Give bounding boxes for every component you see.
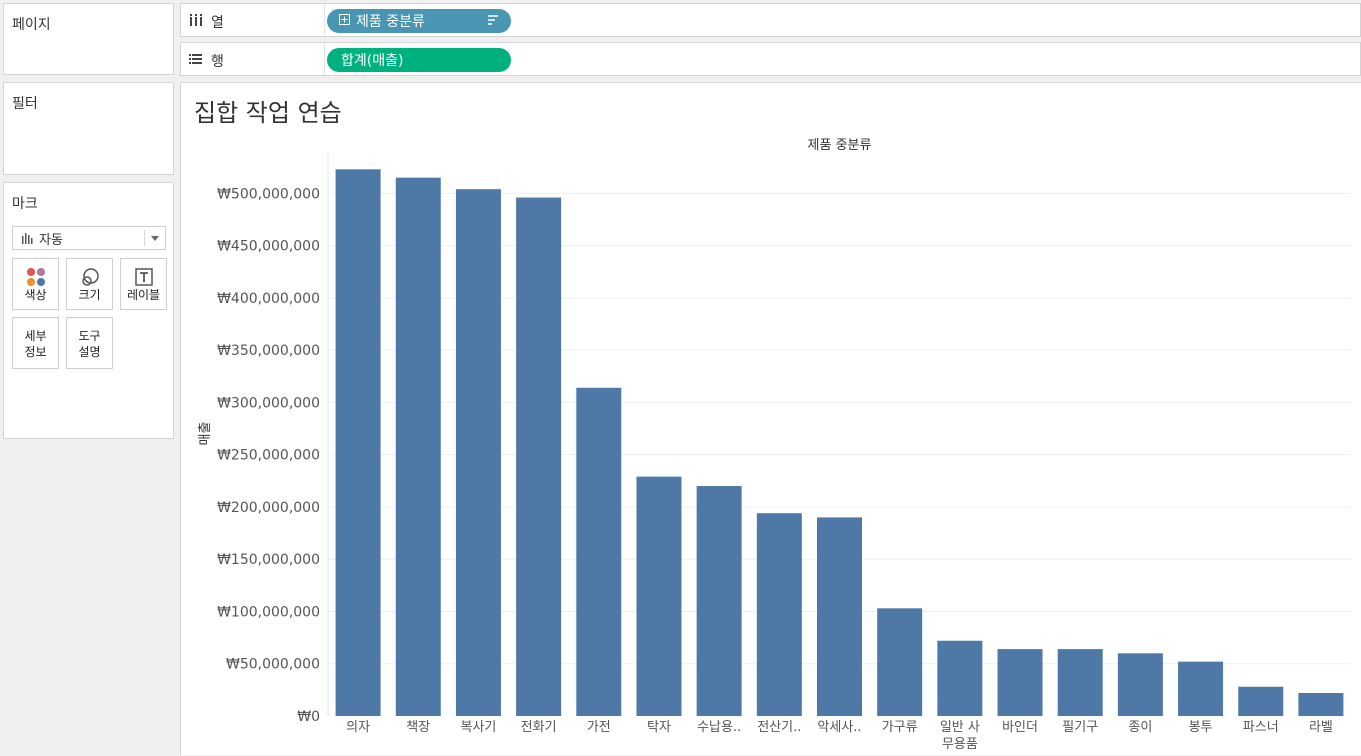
shelf-divider — [324, 4, 325, 36]
x-tick-label: 수납용.. — [697, 720, 741, 735]
shelf-divider — [324, 43, 325, 75]
color-button-label: 색상 — [24, 288, 47, 302]
x-tick-label: 라벨 — [1309, 720, 1333, 735]
y-tick-label: ₩100,000,000 — [217, 604, 320, 620]
label-button-label: 레이블 — [126, 288, 161, 302]
x-tick-label: 악세사.. — [817, 720, 861, 735]
y-tick-label: ₩200,000,000 — [217, 500, 320, 516]
marks-title: 마크 — [12, 196, 38, 212]
bar — [756, 513, 802, 716]
x-tick-label: 봉투 — [1189, 720, 1213, 735]
y-tick-label: ₩300,000,000 — [217, 395, 320, 411]
rows-label: 행 — [211, 54, 224, 70]
plus-box-icon — [339, 13, 350, 29]
detail-button[interactable]: 세부 정보 — [12, 317, 59, 369]
bar — [636, 476, 682, 716]
detail-button-label-1: 세부 — [24, 329, 47, 343]
columns-shelf[interactable]: 열 제품 중분류 — [180, 3, 1361, 37]
size-button[interactable]: 크기 — [66, 258, 113, 310]
columns-pill-label: 제품 중분류 — [356, 14, 425, 30]
bar — [1238, 686, 1284, 716]
size-button-label: 크기 — [78, 288, 101, 302]
x-tick-label: 바인더 — [1002, 720, 1038, 735]
bar — [696, 486, 742, 716]
bar — [877, 608, 923, 716]
rows-pill[interactable]: 합계(매출) — [327, 48, 511, 72]
x-tick-label: 일반 사 — [940, 720, 980, 735]
tooltip-button-label-1: 도구 — [78, 329, 101, 343]
marks-card: 마크 자동 색상 크기 레이블 세부 정보 도구 설명 — [3, 182, 174, 439]
y-tick-label: ₩400,000,000 — [217, 291, 320, 307]
rows-pill-label: 합계(매출) — [341, 53, 404, 69]
x-tick-label: 필기구 — [1062, 720, 1098, 735]
bar — [1117, 653, 1163, 716]
columns-pill[interactable]: 제품 중분류 — [327, 9, 511, 33]
color-button[interactable]: 색상 — [12, 258, 59, 310]
y-tick-label: ₩450,000,000 — [217, 239, 320, 255]
columns-label: 열 — [211, 15, 224, 31]
bar — [937, 640, 983, 716]
chevron-down-icon — [151, 236, 159, 241]
bar — [516, 197, 562, 716]
y-tick-label: ₩250,000,000 — [217, 448, 320, 464]
pages-title: 페이지 — [12, 17, 51, 33]
visualization-area: 집합 작업 연습 제품 중분류 ₩0 ₩50,000,000 ₩100,000,000… — [180, 82, 1361, 755]
filters-card[interactable]: 필터 — [3, 82, 174, 175]
bar — [817, 517, 862, 716]
x-tick-label: 가전 — [587, 720, 611, 735]
columns-icon — [189, 14, 203, 30]
dropdown-separator — [144, 230, 145, 246]
bar-chart[interactable]: 제품 중분류 ₩0 ₩50,000,000 ₩100,000,000 ₩150,000,… — [181, 83, 1361, 756]
x-tick-label: 복사기 — [460, 720, 496, 735]
bar — [997, 649, 1043, 716]
bar — [576, 387, 622, 716]
x-tick-label: 전화기 — [521, 720, 557, 735]
x-tick-label: 전산기.. — [757, 720, 801, 735]
sort-descending-icon[interactable] — [487, 14, 499, 30]
chart-title: 제품 중분류 — [808, 138, 872, 153]
mark-type-label: 자동 — [39, 232, 63, 248]
x-tick-label: 무용품 — [942, 737, 978, 752]
pages-card[interactable]: 페이지 — [3, 3, 174, 75]
x-tick-label: 가구류 — [882, 720, 918, 735]
x-tick-label: 탁자 — [647, 720, 671, 735]
mark-type-dropdown[interactable]: 자동 — [12, 226, 166, 250]
bar — [1178, 661, 1224, 716]
tooltip-button-label-2: 설명 — [78, 345, 101, 359]
filters-title: 필터 — [12, 96, 38, 112]
label-button[interactable]: 레이블 — [120, 258, 167, 310]
rows-icon — [189, 53, 203, 69]
y-tick-label: ₩50,000,000 — [226, 657, 320, 673]
y-tick-label: ₩0 — [297, 709, 320, 725]
y-tick-label: ₩350,000,000 — [217, 343, 320, 359]
y-tick-label: ₩500,000,000 — [217, 186, 320, 202]
detail-button-label-2: 정보 — [24, 345, 47, 359]
bar — [335, 169, 381, 716]
bar — [1298, 693, 1344, 716]
bar — [455, 189, 501, 716]
x-tick-label: 파스너 — [1243, 720, 1279, 735]
y-axis-label: 매출 — [198, 422, 213, 446]
x-tick-label: 종이 — [1128, 720, 1152, 735]
tooltip-button[interactable]: 도구 설명 — [66, 317, 113, 369]
x-tick-label: 의자 — [346, 720, 370, 735]
rows-shelf[interactable]: 행 합계(매출) — [180, 42, 1361, 76]
bar-chart-icon — [21, 232, 33, 244]
bar — [395, 177, 441, 716]
bar — [1057, 649, 1103, 716]
x-tick-label: 책장 — [406, 720, 430, 735]
y-tick-label: ₩150,000,000 — [217, 552, 320, 568]
